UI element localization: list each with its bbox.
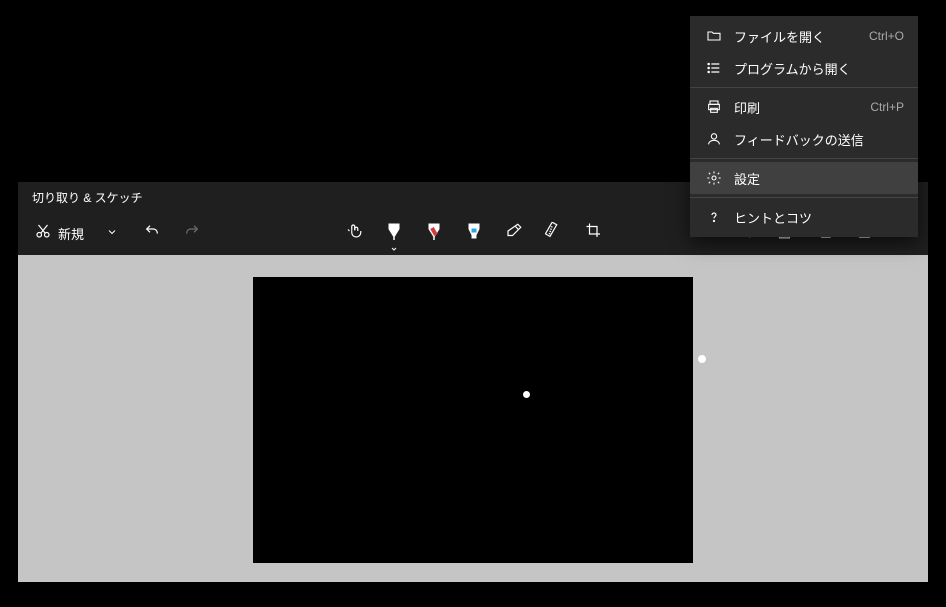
menu-shortcut: Ctrl+P — [870, 100, 904, 114]
menu-open-with[interactable]: プログラムから開く — [690, 52, 918, 84]
gear-icon — [704, 170, 724, 186]
pencil-icon — [426, 222, 442, 245]
pencil-button[interactable] — [416, 216, 452, 252]
feedback-icon — [704, 131, 724, 147]
menu-feedback[interactable]: フィードバックの送信 — [690, 123, 918, 155]
ballpoint-pen-button[interactable] — [376, 216, 412, 252]
eraser-button[interactable] — [496, 216, 532, 252]
toolbar-center — [336, 212, 612, 255]
menu-label: 設定 — [734, 169, 760, 188]
ruler-button[interactable] — [536, 216, 572, 252]
white-dot — [523, 391, 530, 398]
menu-separator — [690, 87, 918, 88]
app-title: 切り取り & スケッチ — [32, 189, 143, 206]
folder-icon — [704, 28, 724, 44]
menu-label: 印刷 — [734, 98, 760, 117]
app-window: 切り取り & スケッチ 新規 — [18, 182, 928, 582]
menu-open-file[interactable]: ファイルを開く Ctrl+O — [690, 20, 918, 52]
eraser-icon — [505, 222, 523, 245]
help-icon — [704, 209, 724, 225]
chevron-down-icon — [106, 225, 118, 243]
undo-icon — [144, 223, 160, 244]
menu-label: フィードバックの送信 — [734, 130, 864, 149]
menu-tips[interactable]: ヒントとコツ — [690, 201, 918, 233]
menu-separator — [690, 158, 918, 159]
menu-shortcut: Ctrl+O — [869, 29, 904, 43]
touch-writing-button[interactable] — [336, 216, 372, 252]
cursor-indicator — [698, 355, 706, 363]
ruler-icon — [545, 222, 563, 245]
menu-print[interactable]: 印刷 Ctrl+P — [690, 91, 918, 123]
redo-icon — [184, 223, 200, 244]
menu-label: ファイルを開く — [734, 27, 825, 46]
crop-button[interactable] — [576, 216, 612, 252]
menu-label: ヒントとコツ — [734, 208, 812, 227]
list-icon — [704, 60, 724, 76]
new-dropdown[interactable] — [94, 216, 130, 252]
more-menu: ファイルを開く Ctrl+O プログラムから開く 印刷 Ctrl+P フィードバ… — [690, 16, 918, 237]
print-icon — [704, 99, 724, 115]
highlighter-button[interactable] — [456, 216, 492, 252]
undo-button[interactable] — [134, 216, 170, 252]
crop-icon — [585, 222, 603, 245]
menu-separator — [690, 197, 918, 198]
new-label: 新規 — [58, 224, 84, 243]
touch-icon — [345, 222, 363, 245]
redo-button[interactable] — [174, 216, 210, 252]
menu-label: プログラムから開く — [734, 59, 851, 78]
canvas-area[interactable] — [18, 255, 928, 582]
menu-settings[interactable]: 設定 — [690, 162, 918, 194]
new-snip-button[interactable]: 新規 — [28, 216, 90, 252]
toolbar-left: 新規 — [28, 216, 210, 252]
snip-image[interactable] — [253, 277, 693, 563]
highlighter-icon — [466, 222, 482, 245]
snip-icon — [34, 222, 52, 245]
